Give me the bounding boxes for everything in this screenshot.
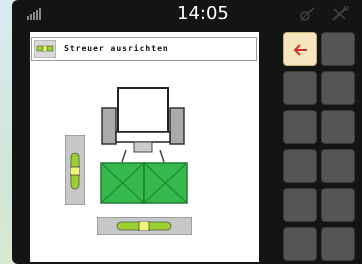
- tractor-left-wheel: [101, 107, 117, 145]
- softkey-empty-11[interactable]: [321, 227, 355, 261]
- gps-satellite-icon: [300, 7, 315, 21]
- softkey-empty-4[interactable]: [283, 110, 317, 144]
- vertical-spirit-level-icon: [65, 135, 85, 205]
- back-button[interactable]: [283, 32, 317, 66]
- tractor-right-wheel: [169, 107, 185, 145]
- softkey-empty-7[interactable]: [321, 149, 355, 183]
- softkey-empty-3[interactable]: [321, 71, 355, 105]
- signal-icon: [27, 8, 41, 20]
- softkey-empty-5[interactable]: [321, 110, 355, 144]
- horizontal-spirit-level-icon: [97, 217, 192, 235]
- spirit-level-icon: [34, 40, 56, 58]
- page-title: Streuer ausrichten: [64, 44, 169, 53]
- softkey-empty-10[interactable]: [283, 227, 317, 261]
- softkey-empty-9[interactable]: [321, 188, 355, 222]
- softkey-empty-1[interactable]: [321, 32, 355, 66]
- softkey-empty-8[interactable]: [283, 188, 317, 222]
- softkey-empty-2[interactable]: [283, 71, 317, 105]
- back-arrow-icon: [293, 44, 307, 56]
- status-bar: 14:05: [12, 0, 362, 28]
- softkey-empty-6[interactable]: [283, 149, 317, 183]
- tractor-cab: [117, 87, 169, 133]
- softkey-grid: [283, 32, 359, 264]
- tools-icon: [332, 6, 349, 21]
- clock: 14:05: [177, 3, 229, 24]
